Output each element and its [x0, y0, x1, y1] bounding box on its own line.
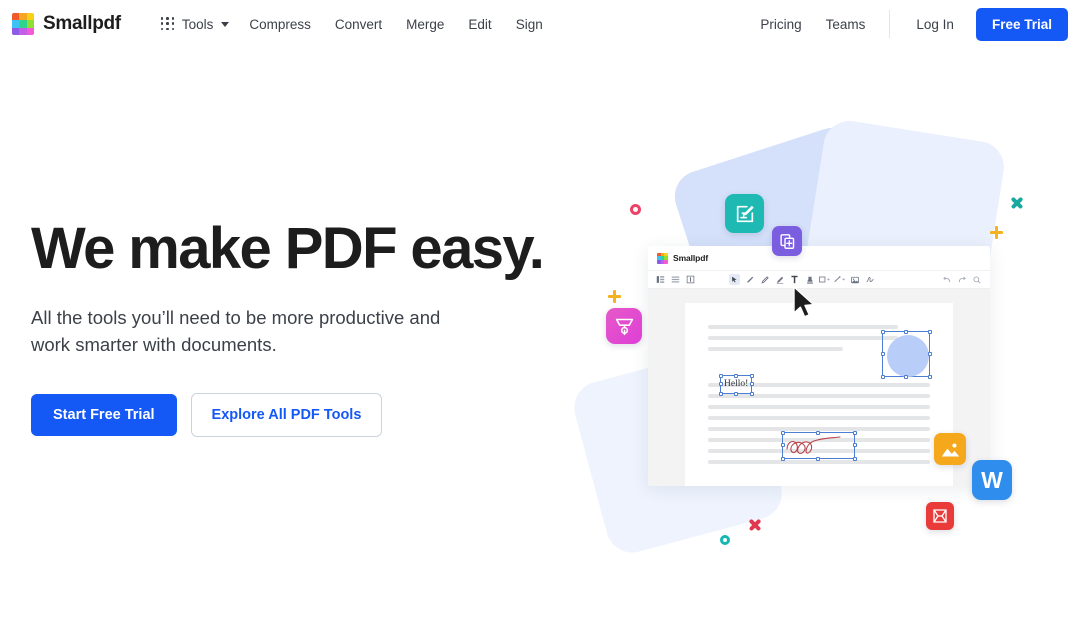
brand-name: Smallpdf: [43, 13, 121, 35]
nav-link-compress[interactable]: Compress: [237, 11, 323, 38]
start-free-trial-button[interactable]: Start Free Trial: [31, 394, 177, 436]
image-icon[interactable]: [849, 274, 860, 285]
toolbar-left-group: [655, 274, 696, 285]
text-line: [708, 347, 843, 351]
sign-pdf-badge[interactable]: [606, 308, 642, 344]
pdf-page[interactable]: Hello!: [685, 303, 953, 486]
ring-pink-icon: [630, 204, 641, 215]
word-pdf-badge[interactable]: W: [972, 460, 1012, 500]
document-text: Hello!: [724, 379, 748, 389]
text-line: [708, 394, 930, 398]
text-line: [708, 416, 930, 420]
select-cursor-icon[interactable]: [729, 274, 740, 285]
text-line: [708, 405, 930, 409]
ring-teal-icon: [720, 535, 730, 545]
grid-dots-icon: [161, 17, 175, 31]
brand-logo[interactable]: Smallpdf: [12, 13, 121, 35]
pen-icon[interactable]: [744, 274, 755, 285]
text-line: [708, 460, 930, 464]
stamp-icon[interactable]: [804, 274, 815, 285]
explore-all-pdf-tools-button[interactable]: Explore All PDF Tools: [191, 393, 383, 437]
hero-copy: We make PDF easy. All the tools you’ll n…: [31, 218, 551, 437]
nav-link-merge[interactable]: Merge: [394, 11, 456, 38]
edit-pdf-badge[interactable]: [725, 194, 764, 233]
edit-square-icon: [734, 203, 756, 225]
tools-menu-button[interactable]: Tools: [153, 11, 238, 38]
selected-shape-circle[interactable]: [882, 331, 930, 377]
panel-layout-icon[interactable]: [655, 274, 666, 285]
highlighter-icon[interactable]: [759, 274, 770, 285]
nav-link-pricing[interactable]: Pricing: [748, 11, 813, 38]
image-pdf-badge[interactable]: [934, 433, 966, 465]
nav-link-convert[interactable]: Convert: [323, 11, 394, 38]
site-header: Smallpdf Tools Compress Convert Merge Ed…: [0, 0, 1080, 48]
primary-nav: Tools Compress Convert Merge Edit Sign: [153, 11, 555, 38]
copy-page-badge[interactable]: [772, 226, 802, 256]
list-view-icon[interactable]: [670, 274, 681, 285]
selected-signature[interactable]: [782, 432, 855, 459]
compress-pdf-badge[interactable]: [926, 502, 954, 530]
hero-section: We make PDF easy. All the tools you’ll n…: [0, 48, 1080, 628]
pen-nib-icon: [614, 316, 635, 337]
word-letter: W: [981, 469, 1003, 492]
editor-brand-name: Smallpdf: [673, 253, 708, 263]
smallpdf-logo-icon-mini: [657, 253, 668, 264]
tools-menu-label: Tools: [182, 17, 214, 32]
line-arrow-icon[interactable]: [834, 274, 845, 285]
hero-illustration: Smallpdf: [560, 108, 1080, 578]
shape-rect-icon[interactable]: [819, 274, 830, 285]
editor-toolbar: [648, 270, 990, 289]
hero-subtitle: All the tools you’ll need to be more pro…: [31, 305, 481, 359]
selected-text-box[interactable]: Hello!: [720, 375, 752, 394]
signature-icon[interactable]: [864, 274, 875, 285]
copy-add-icon: [779, 233, 796, 250]
nav-link-sign[interactable]: Sign: [504, 11, 555, 38]
secondary-nav: Pricing Teams Log In Free Trial: [748, 8, 1068, 41]
toolbar-center-group: [729, 274, 875, 285]
eraser-icon[interactable]: [774, 274, 785, 285]
compress-square-icon: [932, 508, 948, 524]
free-trial-button[interactable]: Free Trial: [976, 8, 1068, 41]
smallpdf-logo-icon: [12, 13, 34, 35]
toolbar-right-group: [942, 274, 983, 285]
zoom-icon[interactable]: [972, 274, 983, 285]
header-divider: [889, 10, 890, 38]
login-link[interactable]: Log In: [902, 11, 968, 38]
undo-icon[interactable]: [942, 274, 953, 285]
text-box-icon[interactable]: [685, 274, 696, 285]
photo-icon: [940, 439, 961, 460]
plus-yellow-left-icon: [608, 290, 621, 303]
text-tool-icon[interactable]: [789, 274, 800, 285]
x-teal-icon: [1010, 196, 1024, 210]
hero-cta-row: Start Free Trial Explore All PDF Tools: [31, 393, 551, 437]
text-line: [708, 336, 898, 340]
nav-link-teams[interactable]: Teams: [814, 11, 878, 38]
plus-yellow-right-icon: [990, 226, 1003, 239]
mouse-pointer-icon: [792, 286, 818, 325]
text-line: [708, 325, 898, 329]
editor-titlebar: Smallpdf: [648, 246, 990, 270]
redo-icon[interactable]: [957, 274, 968, 285]
nav-link-edit[interactable]: Edit: [456, 11, 503, 38]
chevron-down-icon: [221, 22, 229, 27]
page-title: We make PDF easy.: [31, 218, 551, 279]
signature-scribble-icon: [784, 433, 855, 459]
x-red-icon: [748, 518, 762, 532]
circle-shape: [887, 335, 929, 377]
